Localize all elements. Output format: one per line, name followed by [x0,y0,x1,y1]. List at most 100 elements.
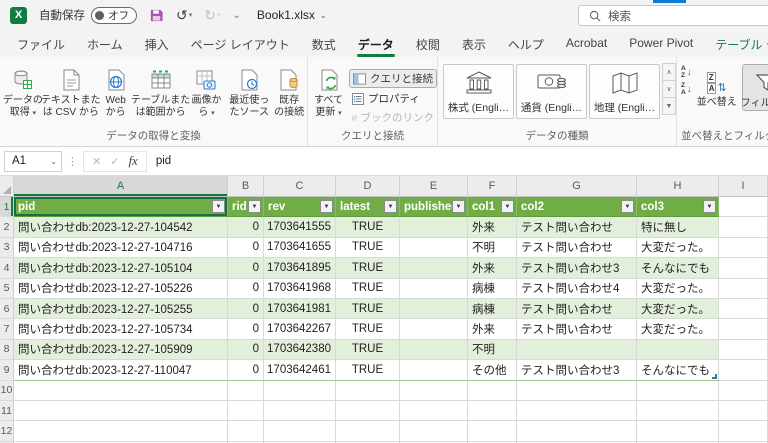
cell-B12[interactable] [228,421,264,442]
cell-I11[interactable] [719,400,768,422]
cell-A8[interactable]: 問い合わせdb:2023-12-27-105909 [14,339,228,361]
cell-C1[interactable]: rev ▼ [264,197,336,218]
cell-A9[interactable]: 問い合わせdb:2023-12-27-110047 [14,360,228,381]
cell-C5[interactable]: 1703641968 [264,278,336,299]
cell-F11[interactable] [468,400,517,422]
filter-dropdown-latest[interactable]: ▼ [384,200,397,213]
cell-D5[interactable]: TRUE [336,278,400,299]
tab-page-layout[interactable]: ページ レイアウト [180,30,301,57]
cell-E6[interactable] [400,298,468,320]
cell-H1[interactable]: col3 ▼ [637,197,719,218]
cell-B10[interactable] [228,380,264,401]
quick-access-toolbar-button[interactable]: ⌄ [233,10,241,21]
undo-button[interactable]: ↺ ▾ [176,7,192,24]
cell-I3[interactable] [719,237,768,259]
cell-H11[interactable] [637,400,719,422]
cell-F2[interactable]: 外来 [468,217,517,238]
cell-I5[interactable] [719,278,768,299]
cell-C4[interactable]: 1703641895 [264,258,336,279]
tab-insert[interactable]: 挿入 [134,30,180,57]
data-type-stocks-button[interactable]: 株式 (Engli… [443,64,514,119]
filter-dropdown-published[interactable]: ▼ [452,200,465,213]
cell-G9[interactable]: テスト問い合わせ3 [517,360,637,381]
filter-dropdown-col1[interactable]: ▼ [501,200,514,213]
cell-B9[interactable]: 0 [228,360,264,381]
cell-A11[interactable] [14,400,228,422]
cell-E1[interactable]: published ▼ [400,197,468,218]
insert-function-button[interactable]: fx [128,153,137,169]
from-text-csv-button[interactable]: テキストまたは CSV から [41,62,101,119]
workbook-links-button[interactable]: ブックのリンク [349,109,437,126]
tab-data[interactable]: データ [347,30,405,57]
column-header-C[interactable]: C [264,176,336,196]
formula-input[interactable]: pid [147,155,768,167]
cell-C12[interactable] [264,421,336,442]
properties-button[interactable]: プロパティ [349,90,437,107]
cell-D11[interactable] [336,400,400,422]
tab-formulas[interactable]: 数式 [301,30,347,57]
row-header-7[interactable]: 7 [0,319,14,340]
cell-A3[interactable]: 問い合わせdb:2023-12-27-104716 [14,237,228,259]
cell-D3[interactable]: TRUE [336,237,400,259]
cell-F6[interactable]: 病棟 [468,298,517,320]
queries-connections-button[interactable]: クエリと接続 [349,69,437,88]
cell-E10[interactable] [400,380,468,401]
cell-G2[interactable]: テスト問い合わせ [517,217,637,238]
name-box[interactable]: A1 ⌄ [4,150,62,172]
cell-H5[interactable]: 大変だった。 [637,278,719,299]
from-web-button[interactable]: Web から [96,62,136,119]
cell-H6[interactable]: 大変だった。 [637,298,719,320]
row-header-3[interactable]: 3 [0,237,14,259]
data-type-currency-button[interactable]: 通貨 (Engli… [516,64,587,119]
cell-A1[interactable]: pid ▼ [14,197,228,218]
cell-I10[interactable] [719,380,768,401]
cell-F10[interactable] [468,380,517,401]
cell-C7[interactable]: 1703642267 [264,319,336,340]
existing-connections-button[interactable]: 既存 の接続 [271,62,307,119]
cell-I7[interactable] [719,319,768,340]
cell-G10[interactable] [517,380,637,401]
get-data-button[interactable]: データの 取得 ▾ [0,62,46,119]
cancel-entry-button[interactable]: ✕ [92,155,101,168]
cell-F9[interactable]: その他 [468,360,517,381]
filter-button[interactable]: フィルター [741,64,768,111]
sort-button[interactable]: ZA ⇅ 並べ替え [695,64,739,111]
cell-I12[interactable] [719,421,768,442]
cell-F8[interactable]: 不明 [468,339,517,361]
cell-B2[interactable]: 0 [228,217,264,238]
cell-E11[interactable] [400,400,468,422]
cell-G4[interactable]: テスト問い合わせ3 [517,258,637,279]
column-header-D[interactable]: D [336,176,400,196]
cell-A2[interactable]: 問い合わせdb:2023-12-27-104542 [14,217,228,238]
cell-H10[interactable] [637,380,719,401]
cell-G7[interactable]: テスト問い合わせ [517,319,637,340]
cell-G12[interactable] [517,421,637,442]
cell-A7[interactable]: 問い合わせdb:2023-12-27-105734 [14,319,228,340]
cell-D12[interactable] [336,421,400,442]
cell-E7[interactable] [400,319,468,340]
cell-H4[interactable]: そんなにでも [637,258,719,279]
cell-F12[interactable] [468,421,517,442]
column-header-E[interactable]: E [400,176,468,196]
column-header-F[interactable]: F [468,176,517,196]
row-header-4[interactable]: 4 [0,258,14,279]
cell-B1[interactable]: rid ▼ [228,197,264,218]
tab-file[interactable]: ファイル [6,30,76,57]
row-header-8[interactable]: 8 [0,339,14,361]
select-all-corner[interactable] [0,176,14,196]
cell-F4[interactable]: 外来 [468,258,517,279]
cell-I2[interactable] [719,217,768,238]
cell-B6[interactable]: 0 [228,298,264,320]
cell-H2[interactable]: 特に無し [637,217,719,238]
cell-F5[interactable]: 病棟 [468,278,517,299]
cell-A5[interactable]: 問い合わせdb:2023-12-27-105226 [14,278,228,299]
cell-B4[interactable]: 0 [228,258,264,279]
table-resize-handle[interactable] [712,373,717,379]
save-button[interactable] [149,8,164,23]
autosave-toggle[interactable]: オフ [91,6,137,24]
row-header-2[interactable]: 2 [0,217,14,238]
gallery-expand-button[interactable]: ▼ [662,97,676,115]
tab-help[interactable]: ヘルプ [497,30,555,57]
cell-B7[interactable]: 0 [228,319,264,340]
cell-C3[interactable]: 1703641655 [264,237,336,259]
